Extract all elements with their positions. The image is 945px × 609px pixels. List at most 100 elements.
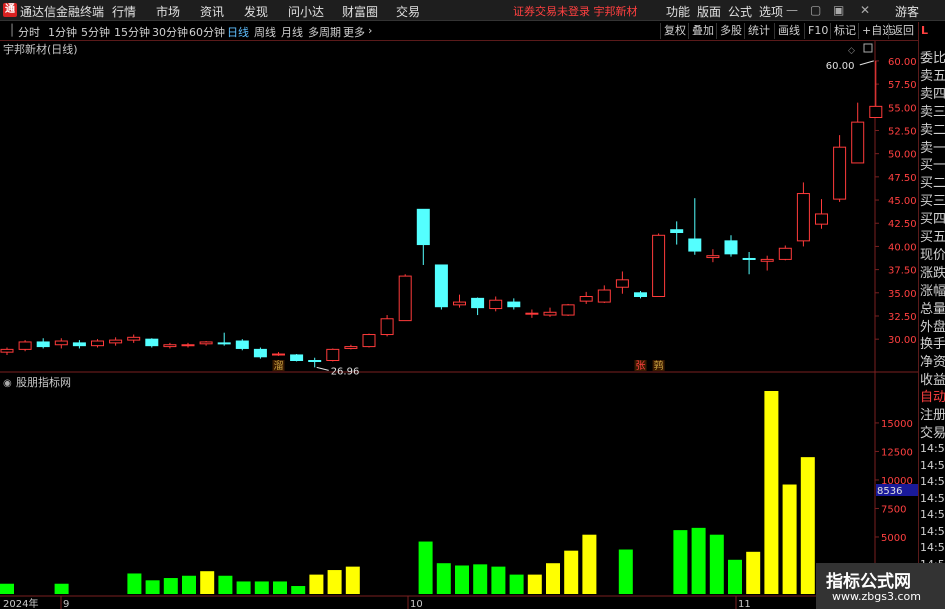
period-tab[interactable]: 5分钟 [81, 24, 110, 40]
period-tab[interactable]: 多周期 [308, 24, 341, 40]
event-marker[interactable]: 溜 [274, 359, 284, 372]
candle-up [326, 348, 340, 362]
menu-assistant[interactable]: 问小达 [288, 3, 324, 20]
price-y-axis: 60.00 57.50 55.00 52.50 50.00 47.50 45.00 42.50… [875, 57, 917, 346]
price-tick-label: 57.50 [888, 80, 917, 91]
user-guest[interactable]: 游客 [895, 3, 919, 20]
tool-back-button[interactable]: 返回 [888, 23, 917, 39]
candle-down [36, 341, 50, 348]
candle-up [706, 255, 720, 259]
candle-down [634, 292, 647, 298]
candle-up [127, 336, 141, 341]
volume-bar-green [473, 564, 488, 594]
side-panel-head[interactable]: L [921, 24, 928, 37]
period-tab[interactable]: 30分钟 [152, 24, 188, 40]
candle-down [471, 297, 485, 309]
volume-bar-yellow [582, 534, 597, 594]
candle-up [778, 247, 792, 260]
quote-field-label: 买四 [920, 212, 945, 228]
menu-news[interactable]: 资讯 [200, 3, 224, 20]
settings-diamond-icon[interactable]: ◇ [848, 46, 855, 56]
maximize-icon[interactable]: ▣ [833, 3, 844, 17]
period-tab[interactable]: 周线 [254, 24, 276, 40]
menu-layout[interactable]: 版面 [697, 3, 721, 20]
menu-wealth-circle[interactable]: 财富圈 [342, 3, 378, 20]
candle-up [272, 353, 285, 356]
quote-field-label: 买二 [920, 176, 945, 192]
title-bar: 通 通达信金融终端 行情 市场 资讯 发现 问小达 财富圈 交易 证券交易未登录… [0, 0, 945, 21]
period-tab[interactable]: 15分钟 [114, 24, 150, 40]
price-tick-label: 42.50 [888, 219, 917, 230]
volume-bar-green [163, 578, 178, 594]
tool-stats-button[interactable]: 统计 [744, 23, 773, 39]
volume-bar-green [491, 566, 506, 594]
event-marker[interactable]: 张 [636, 360, 646, 372]
x-label-month: 11 [738, 599, 751, 609]
volume-bar-yellow [782, 484, 797, 594]
trade-time: 14:56 [920, 524, 945, 538]
period-tab[interactable]: 分时 [18, 24, 40, 40]
menu-discover[interactable]: 发现 [244, 3, 268, 20]
candle-up [163, 344, 177, 348]
candle-down [145, 338, 159, 347]
restore-icon[interactable]: ▢ [810, 3, 821, 17]
period-tab[interactable]: 1分钟 [48, 24, 77, 40]
candle-up [109, 339, 123, 344]
quote-field-label: 涨跌 [920, 265, 945, 281]
side-link-label: 注册 [920, 408, 945, 423]
volume-bar-yellow [527, 574, 542, 594]
candle-down [308, 360, 322, 363]
minimize-icon[interactable]: — [786, 3, 798, 17]
tool-multi-stock-button[interactable]: 多股 [716, 23, 745, 39]
volume-bar-green [127, 573, 142, 594]
tool-f10-button[interactable]: F10 [804, 23, 831, 39]
menu-market[interactable]: 市场 [156, 3, 180, 20]
x-label-year: 2024年 [3, 597, 38, 609]
window-toggle-icon[interactable] [863, 43, 873, 53]
volume-bar-green [236, 581, 251, 594]
period-tab[interactable]: 更多 [343, 24, 365, 40]
candle-up [561, 304, 575, 316]
candle-up [615, 279, 629, 288]
tool-adjust-button[interactable]: 复权 [660, 23, 689, 39]
trade-login-notice[interactable]: 证券交易未登录 宇邦新材 [513, 3, 638, 19]
menu-formula[interactable]: 公式 [728, 3, 752, 20]
tool-overlay-button[interactable]: 叠加 [688, 23, 717, 39]
price-tick-label: 35.00 [888, 289, 917, 300]
candle-down [217, 342, 231, 345]
event-marker[interactable]: 鹑 [654, 359, 664, 372]
period-tab[interactable]: 60分钟 [189, 24, 225, 40]
trade-time: 14:56 [920, 541, 945, 554]
menu-function[interactable]: 功能 [666, 3, 690, 20]
tool-draw-button[interactable]: 画线 [774, 23, 803, 39]
high-price-label: 60.00 [826, 61, 855, 72]
indicator-expand-icon[interactable]: ◉ [3, 378, 12, 389]
candle-up [597, 289, 611, 303]
price-panel[interactable]: 宇邦新材(日线) ◇ 60.00 57.50 55.00 52.50 50.00 47.5… [0, 41, 918, 596]
price-tick-label: 55.00 [888, 103, 917, 114]
chart-area[interactable]: 宇邦新材(日线) ◇ 60.00 57.50 55.00 52.50 50.00 47.5… [0, 41, 918, 609]
volume-bar-green [691, 527, 706, 594]
candle-up [199, 341, 213, 345]
chevron-right-icon[interactable]: › [368, 24, 372, 37]
period-tab-active[interactable]: 日线 [227, 24, 249, 40]
quote-field-label: 外盘 [920, 319, 945, 335]
candle-up [18, 341, 32, 350]
volume-panel[interactable]: ◉ 股朋指标网 15000125001000075005000 8536 [0, 375, 918, 594]
candle-up [525, 312, 539, 315]
volume-bar-green [709, 534, 724, 594]
price-panel-border [0, 41, 918, 372]
candle-down [434, 264, 448, 308]
menu-trade[interactable]: 交易 [396, 3, 420, 20]
watermark-logo: 指标公式网 www.zbgs3.com [816, 563, 945, 609]
collapse-icon[interactable]: ▕ [4, 24, 12, 37]
tool-mark-button[interactable]: 标记 [830, 23, 859, 39]
menu-quotes[interactable]: 行情 [112, 3, 136, 20]
candle-up [181, 344, 195, 347]
period-tab[interactable]: 月线 [281, 24, 303, 40]
menu-options[interactable]: 选项 [759, 3, 783, 20]
quote-field-label: 买一 [920, 158, 945, 174]
close-icon[interactable]: ✕ [860, 3, 870, 17]
price-tick-label: 30.00 [888, 335, 917, 346]
quote-field-label: 换手 [920, 337, 945, 353]
